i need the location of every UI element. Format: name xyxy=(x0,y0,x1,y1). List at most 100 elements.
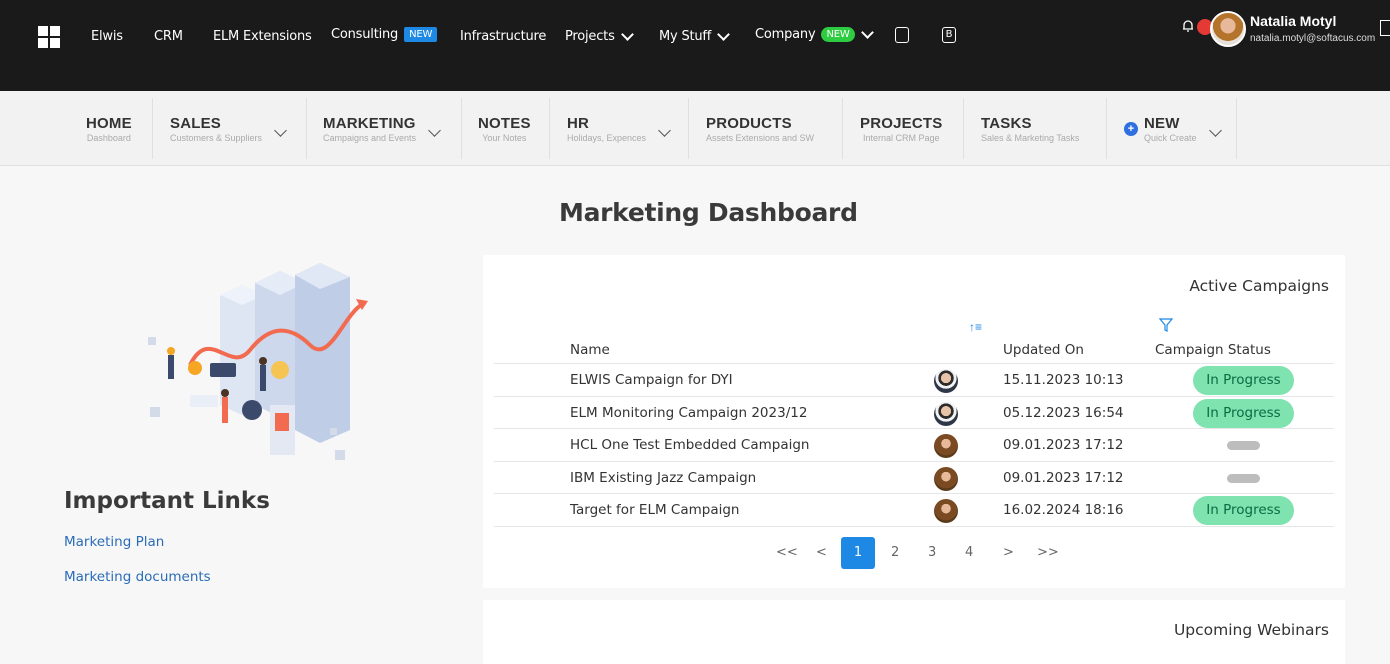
menu-item-sales[interactable]: SALES Customers & Suppliers xyxy=(170,98,287,159)
topnav-my-stuff[interactable]: My Stuff xyxy=(659,27,731,44)
table-row[interactable]: ELWIS Campaign for DYI 15.11.2023 10:13 … xyxy=(494,363,1334,396)
topnav-label: ELM Extensions xyxy=(213,29,312,44)
column-header-status[interactable]: Campaign Status xyxy=(1155,342,1271,358)
menu-divider xyxy=(549,98,550,159)
menu-subtitle: Sales & Marketing Tasks xyxy=(981,132,1080,143)
menu-divider xyxy=(963,98,964,159)
menu-title: TASKS xyxy=(981,114,1032,132)
menu-item-tasks[interactable]: TASKS Sales & Marketing Tasks xyxy=(981,98,1079,159)
link-marketing-documents[interactable]: Marketing documents xyxy=(64,569,211,585)
menu-subtitle: Your Notes xyxy=(482,132,527,143)
topnav-elwis[interactable]: Elwis xyxy=(91,29,123,44)
topnav-projects[interactable]: Projects xyxy=(565,27,634,44)
menu-item-projects[interactable]: PROJECTS Internal CRM Page xyxy=(860,98,942,159)
status-badge: In Progress xyxy=(1193,399,1294,428)
bell-icon[interactable] xyxy=(1181,19,1195,33)
chevron-down-icon xyxy=(860,25,874,39)
campaign-name: Target for ELM Campaign xyxy=(570,502,740,518)
menu-item-new[interactable]: + NEW Quick Create xyxy=(1124,98,1222,159)
upcoming-webinars-card: Upcoming Webinars xyxy=(483,600,1345,664)
female-avatar xyxy=(934,499,958,523)
table-row[interactable]: IBM Existing Jazz Campaign 09.01.2023 17… xyxy=(494,461,1334,494)
updated-on: 15.11.2023 10:13 xyxy=(1003,372,1124,388)
menu-item-products[interactable]: PRODUCTS Assets Extensions and SW xyxy=(706,98,814,159)
column-header-updated[interactable]: Updated On xyxy=(1003,342,1084,358)
pagination-page-4[interactable]: 4 xyxy=(965,545,973,560)
menu-divider xyxy=(1106,98,1107,159)
topnav-crm[interactable]: CRM xyxy=(154,29,183,44)
filter-icon[interactable] xyxy=(1159,318,1173,332)
topnav-infrastructure[interactable]: Infrastructure xyxy=(460,29,546,44)
menu-subtitle: Campaigns and Events xyxy=(323,132,417,143)
topnav-label: CRM xyxy=(154,29,183,44)
updated-on: 09.01.2023 17:12 xyxy=(1003,470,1124,486)
male-avatar xyxy=(934,369,958,393)
pagination-page-3[interactable]: 3 xyxy=(928,545,936,560)
menu-subtitle: Internal CRM Page xyxy=(862,132,940,143)
pagination-first[interactable]: << xyxy=(776,545,798,560)
apps-grid-icon[interactable] xyxy=(38,26,60,48)
menu-title: MARKETING xyxy=(323,114,416,132)
marketing-illustration xyxy=(148,263,368,460)
document-icon[interactable] xyxy=(895,27,909,43)
menu-subtitle: Dashboard xyxy=(86,132,131,143)
topnav-consulting[interactable]: Consulting NEW xyxy=(331,27,438,42)
card-title: Active Campaigns xyxy=(1189,277,1329,295)
table-row[interactable]: ELM Monitoring Campaign 2023/12 05.12.20… xyxy=(494,396,1334,429)
campaign-name: ELWIS Campaign for DYI xyxy=(570,372,733,388)
sort-icon[interactable]: ↑≡ xyxy=(969,320,982,334)
link-marketing-plan[interactable]: Marketing Plan xyxy=(64,534,164,550)
pagination-next[interactable]: > xyxy=(1003,545,1014,560)
top-navigation-bar: Elwis CRM ELM Extensions Consulting NEW I… xyxy=(0,0,1390,91)
male-avatar xyxy=(934,402,958,426)
menu-divider xyxy=(688,98,689,159)
menu-title: HR xyxy=(567,114,590,132)
chevron-down-icon xyxy=(717,27,731,41)
menu-subtitle: Quick Create xyxy=(1144,132,1197,143)
menu-title: HOME xyxy=(86,114,132,132)
table-row[interactable]: HCL One Test Embedded Campaign 09.01.202… xyxy=(494,428,1334,461)
page-title: Marketing Dashboard xyxy=(559,198,858,227)
topnav-elm-extensions[interactable]: ELM Extensions xyxy=(213,29,312,44)
menu-subtitle: Customers & Suppliers xyxy=(170,132,263,143)
status-empty-badge xyxy=(1227,474,1260,483)
topnav-label: Consulting xyxy=(331,27,399,42)
logout-icon[interactable] xyxy=(1380,20,1390,36)
topnav-label: Infrastructure xyxy=(460,29,547,44)
female-avatar xyxy=(934,467,958,491)
pagination-page-2[interactable]: 2 xyxy=(891,545,899,560)
pagination-last[interactable]: >> xyxy=(1037,545,1059,560)
topnav-company[interactable]: Company NEW xyxy=(755,25,874,42)
menu-divider xyxy=(306,98,307,159)
user-email: natalia.motyl@softacus.com xyxy=(1250,33,1376,44)
topnav-label: Elwis xyxy=(91,29,123,44)
campaign-name: ELM Monitoring Campaign 2023/12 xyxy=(570,405,808,421)
menu-item-marketing[interactable]: MARKETING Campaigns and Events xyxy=(323,98,441,159)
menu-item-hr[interactable]: HR Holidays, Expences xyxy=(567,98,671,159)
topnav-label: My Stuff xyxy=(659,29,712,44)
table-row[interactable]: Target for ELM Campaign 16.02.2024 18:16… xyxy=(494,493,1334,526)
card-title: Upcoming Webinars xyxy=(1173,621,1329,639)
status-badge: In Progress xyxy=(1193,366,1294,395)
menu-item-notes[interactable]: NOTES Your Notes xyxy=(478,98,531,159)
updated-on: 16.02.2024 18:16 xyxy=(1003,502,1124,518)
status-empty-badge xyxy=(1227,441,1260,450)
chevron-down-icon xyxy=(274,124,287,137)
b-icon[interactable]: B xyxy=(942,27,956,43)
menu-divider xyxy=(1236,98,1237,159)
pagination-prev[interactable]: < xyxy=(816,545,827,560)
menu-title: NEW xyxy=(1144,114,1180,132)
menu-item-home[interactable]: HOME Dashboard xyxy=(86,98,132,159)
updated-on: 05.12.2023 16:54 xyxy=(1003,405,1124,421)
new-badge: NEW xyxy=(821,27,855,42)
user-name[interactable]: Natalia Motyl xyxy=(1250,13,1336,29)
column-header-name[interactable]: Name xyxy=(570,342,610,358)
menu-subtitle: Assets Extensions and SW xyxy=(706,132,815,143)
important-links-title: Important Links xyxy=(64,488,270,514)
chevron-down-icon xyxy=(658,124,671,137)
menu-divider xyxy=(842,98,843,159)
new-badge: NEW xyxy=(404,27,438,42)
user-avatar[interactable] xyxy=(1210,11,1246,47)
campaign-name: IBM Existing Jazz Campaign xyxy=(570,470,757,486)
pagination-page-1[interactable]: 1 xyxy=(841,537,875,569)
